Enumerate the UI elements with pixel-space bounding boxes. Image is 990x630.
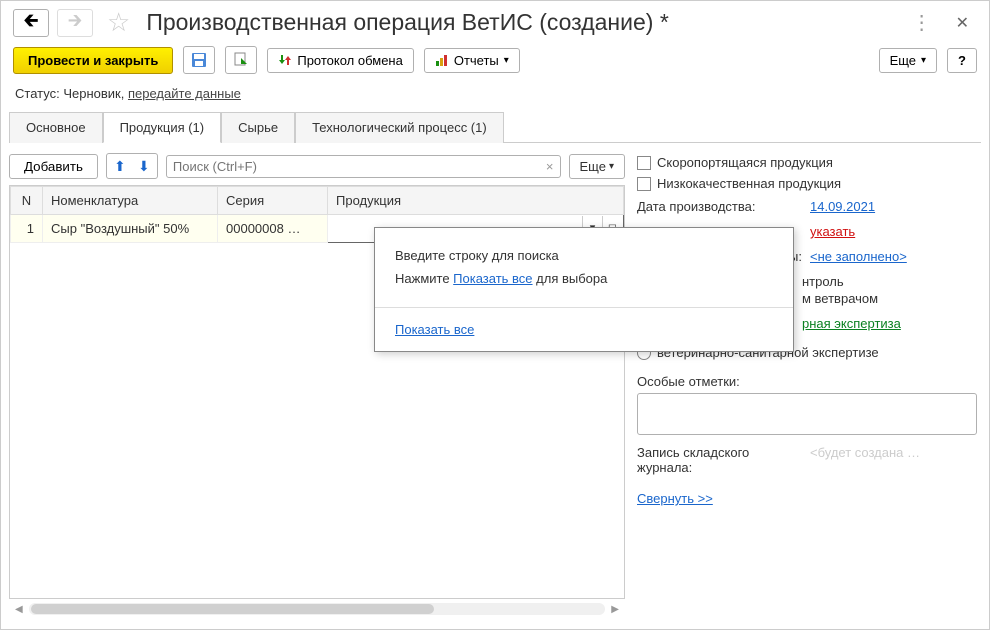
tab-raw[interactable]: Сырье	[221, 112, 295, 143]
clear-search-icon[interactable]: ×	[546, 159, 554, 174]
reports-label: Отчеты	[454, 53, 499, 68]
table-more-button[interactable]: Еще ▾	[569, 154, 625, 179]
control-fragment-1: нтроль	[802, 274, 977, 289]
floppy-icon	[191, 52, 207, 68]
dropdown-arrow-icon: ▾	[609, 161, 614, 172]
more-label: Еще	[890, 53, 916, 68]
show-all-inline-link[interactable]: Показать все	[453, 271, 532, 286]
chart-icon	[435, 53, 449, 67]
journal-label: Запись складского журнала:	[637, 445, 802, 475]
move-up-button[interactable]: ⬆	[109, 156, 131, 176]
reports-button[interactable]: Отчеты ▾	[424, 48, 520, 73]
post-close-button[interactable]: Провести и закрыть	[13, 47, 173, 74]
window-title: Производственная операция ВетИС (создани…	[146, 9, 903, 36]
move-down-button[interactable]: ⬇	[133, 156, 155, 176]
not-filled-link[interactable]: <не заполнено>	[810, 249, 907, 264]
control-fragment-2: м ветврачом	[802, 291, 977, 306]
status-label: Статус:	[15, 86, 60, 101]
dropdown-arrow-icon: ▾	[504, 55, 509, 66]
close-button[interactable]: ✕	[948, 9, 977, 37]
dropdown-hint-2c: для выбора	[533, 271, 608, 286]
checkbox-lowquality-label: Низкокачественная продукция	[657, 176, 841, 191]
journal-hint: <будет создана …	[810, 445, 977, 475]
marks-label: Особые отметки:	[637, 374, 977, 389]
table-search-input[interactable]	[173, 159, 542, 174]
checkbox-icon	[637, 156, 651, 170]
cell-nom: Сыр "Воздушный" 50%	[43, 215, 218, 243]
tab-process[interactable]: Технологический процесс (1)	[295, 112, 504, 143]
forward-button[interactable]: 🡲	[57, 9, 93, 37]
dropdown-popup: Введите строку для поиска Нажмите Показа…	[374, 227, 794, 352]
favorite-icon[interactable]: ☆	[107, 7, 130, 38]
table-more-label: Еще	[580, 159, 606, 174]
save-button[interactable]	[183, 46, 215, 74]
specify-link[interactable]: указать	[810, 224, 855, 239]
checkbox-perishable-label: Скоропортящаяся продукция	[657, 155, 833, 170]
col-nom: Номенклатура	[43, 187, 218, 215]
kebab-menu-icon[interactable]: ⋮	[912, 10, 932, 35]
more-button[interactable]: Еще ▾	[879, 48, 937, 73]
marks-textarea[interactable]	[637, 393, 977, 435]
help-button[interactable]: ?	[947, 48, 977, 73]
scroll-right-icon[interactable]: ▶	[611, 604, 619, 615]
status-action-link[interactable]: передайте данные	[128, 86, 241, 101]
status-value: Черновик,	[63, 86, 124, 101]
date-label: Дата производства:	[637, 199, 802, 214]
add-button[interactable]: Добавить	[9, 154, 98, 179]
checkbox-icon	[637, 177, 651, 191]
scroll-left-icon[interactable]: ◀	[15, 604, 23, 615]
back-button[interactable]: 🡰	[13, 9, 49, 37]
date-value-link[interactable]: 14.09.2021	[810, 199, 875, 214]
protocol-button[interactable]: Протокол обмена	[267, 48, 414, 73]
protocol-label: Протокол обмена	[297, 53, 403, 68]
tab-products[interactable]: Продукция (1)	[103, 112, 222, 143]
dropdown-arrow-icon: ▾	[921, 55, 926, 66]
col-product: Продукция	[328, 187, 624, 215]
col-series: Серия	[218, 187, 328, 215]
cell-series: 00000008 …	[218, 215, 328, 243]
expertise-link[interactable]: рная экспертиза	[802, 316, 901, 331]
tab-main[interactable]: Основное	[9, 112, 103, 143]
col-n: N	[11, 187, 43, 215]
dropdown-hint-2a: Нажмите	[395, 271, 453, 286]
exchange-icon	[278, 53, 292, 67]
dropdown-hint-1: Введите строку для поиска	[395, 244, 773, 267]
collapse-link[interactable]: Свернуть >>	[637, 491, 713, 506]
checkbox-perishable[interactable]: Скоропортящаяся продукция	[637, 155, 977, 170]
show-all-link[interactable]: Показать все	[395, 322, 474, 337]
cell-n: 1	[11, 215, 43, 243]
document-arrow-icon	[233, 52, 249, 68]
checkbox-lowquality[interactable]: Низкокачественная продукция	[637, 176, 977, 191]
horizontal-scrollbar[interactable]	[29, 603, 606, 615]
post-button[interactable]	[225, 46, 257, 74]
status-line: Статус: Черновик, передайте данные	[1, 84, 989, 111]
